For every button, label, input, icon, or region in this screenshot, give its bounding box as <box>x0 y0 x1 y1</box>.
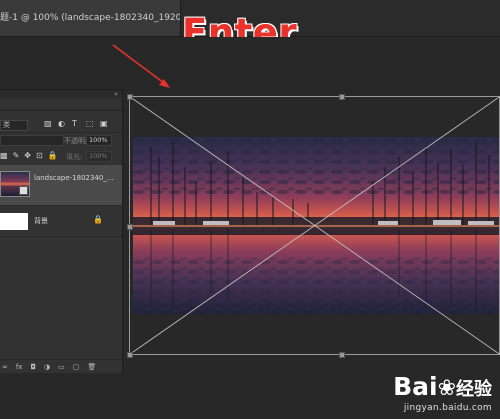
delete-layer-icon[interactable]: 🗑 <box>87 363 96 371</box>
paw-icon: ❀ <box>437 376 456 401</box>
add-style-icon[interactable]: fx <box>16 363 23 371</box>
add-mask-icon[interactable]: ◘ <box>30 363 36 371</box>
watermark-logo: Bai❀经验 <box>393 372 492 402</box>
smart-object-filter-icon[interactable]: ▣ <box>100 120 108 128</box>
adjustment-filter-icon[interactable]: ◐ <box>58 120 65 128</box>
filter-type-select[interactable]: 类 <box>0 120 28 131</box>
blend-opacity-row: 不透明度: 100% <box>0 134 122 147</box>
fill-label: 填充: <box>66 153 83 161</box>
fill-input[interactable]: 100% <box>86 151 112 162</box>
lock-transparent-icon[interactable]: ▩ <box>0 151 8 161</box>
layer-name: landscape-1802340_... <box>34 174 114 182</box>
transform-handle-bottom-center[interactable] <box>339 352 345 358</box>
layer-filter-row: 类 ▨ ◐ T ⬚ ▣ <box>0 118 122 133</box>
new-group-icon[interactable]: ▭ <box>58 363 65 371</box>
transform-handle-top-center[interactable] <box>339 94 345 100</box>
layers-panel-tabs <box>0 98 122 111</box>
marina-scene <box>133 137 500 314</box>
watermark-url: jingyan.baidu.com <box>403 403 492 413</box>
layer-row-landscape[interactable]: landscape-1802340_... <box>0 165 122 206</box>
lock-artboard-icon[interactable]: ⊡ <box>36 151 43 161</box>
transform-handle-middle-left[interactable] <box>127 224 133 230</box>
layer-row-background[interactable]: 背景 🔒 <box>0 206 122 237</box>
lock-position-icon[interactable]: ✥ <box>24 151 31 161</box>
lock-image-icon[interactable]: ✎ <box>13 151 20 161</box>
opacity-input[interactable]: 100% <box>86 135 112 146</box>
document-tab[interactable]: 题-1 @ 100% (landscape-1802340_1920, RGB/… <box>0 0 181 36</box>
link-layers-icon[interactable]: ∞ <box>2 363 8 371</box>
lock-fill-row: ▩ ✎ ✥ ⊡ 🔒 填充: 100% <box>0 150 122 163</box>
smart-object-icon <box>19 186 28 195</box>
background-thumbnail <box>0 213 28 230</box>
document-title: 题-1 @ 100% (landscape-1802340_1920, RGB/… <box>0 13 181 23</box>
filter-type-label: 类 <box>3 121 10 129</box>
layer-thumbnail <box>0 171 30 197</box>
layers-panel: « 类 ▨ ◐ T ⬚ ▣ 不透明度: 100% ▩ ✎ ✥ ⊡ 🔒 填充: 1… <box>0 89 123 373</box>
lock-all-icon[interactable]: 🔒 <box>48 151 58 161</box>
panel-collapse-button[interactable]: « <box>0 90 122 98</box>
layer-name: 背景 <box>34 217 48 225</box>
baidu-jingyan-watermark: Bai❀经验 jingyan.baidu.com <box>393 372 492 414</box>
lock-icon: 🔒 <box>93 215 103 224</box>
type-filter-icon[interactable]: T <box>72 120 79 128</box>
shape-filter-icon[interactable]: ⬚ <box>86 120 94 128</box>
adjustment-layer-icon[interactable]: ◑ <box>44 363 50 371</box>
transform-handle-bottom-left[interactable] <box>127 352 133 358</box>
blend-mode-select[interactable] <box>0 135 64 146</box>
layers-panel-footer: ∞ fx ◘ ◑ ▭ ▢ 🗑 <box>0 359 122 373</box>
new-layer-icon[interactable]: ▢ <box>73 363 80 371</box>
transform-handle-top-left[interactable] <box>127 94 133 100</box>
landscape-image[interactable] <box>133 137 500 314</box>
pixel-filter-icon[interactable]: ▨ <box>44 120 52 128</box>
